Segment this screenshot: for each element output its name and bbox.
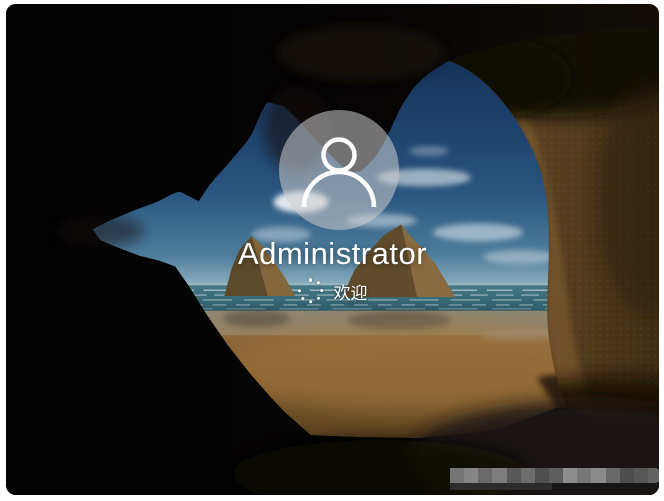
spinner-dot	[316, 296, 321, 302]
censored-watermark-subrow	[450, 483, 552, 490]
wm-block	[591, 468, 606, 483]
spinner-dot	[308, 300, 313, 304]
spinner-dot	[300, 296, 305, 302]
wm-block	[605, 468, 620, 483]
wm-block	[563, 468, 578, 483]
wm-block	[478, 468, 493, 483]
censored-watermark-mosaic	[450, 468, 659, 483]
wm-block	[633, 468, 648, 483]
welcome-text: 欢迎	[333, 283, 368, 303]
wm-block	[577, 468, 592, 483]
wm-block	[647, 468, 659, 483]
spinner-dot	[297, 289, 302, 293]
wm-block	[548, 468, 564, 483]
sign-in-screen: Administrator 欢迎	[6, 4, 659, 495]
censored-watermark-strip	[552, 484, 659, 489]
wm-block	[506, 468, 521, 483]
user-avatar-icon	[301, 137, 376, 208]
sign-in-status: 欢迎	[6, 278, 659, 304]
user-name: Administrator	[237, 236, 428, 271]
wm-block	[534, 468, 549, 483]
spinner-dot	[308, 278, 313, 282]
wm-block	[492, 468, 507, 483]
wm-block	[520, 468, 535, 483]
wm-block	[464, 468, 479, 483]
wm-block	[619, 468, 634, 483]
wm-block	[450, 468, 465, 483]
progress-spinner-icon	[297, 278, 324, 304]
spinner-dot	[319, 289, 324, 293]
user-tile[interactable]	[278, 110, 399, 230]
lock-screen: Administrator 欢迎	[0, 0, 664, 501]
spinner-dot	[316, 280, 321, 286]
